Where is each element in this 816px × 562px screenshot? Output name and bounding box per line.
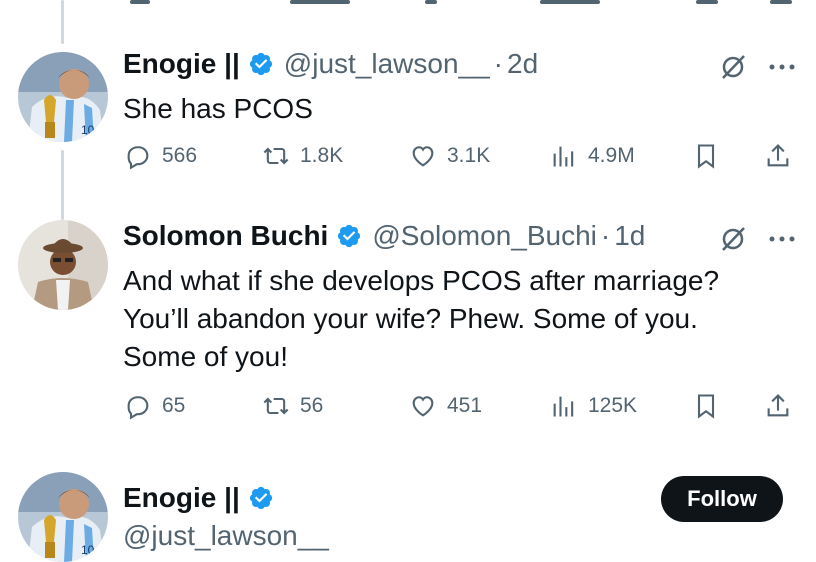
views-icon [553, 146, 574, 167]
separator-dot: · [493, 48, 503, 79]
grok-icon[interactable] [718, 52, 748, 82]
like-button[interactable]: 451 [409, 392, 482, 420]
tweet-text-line: And what if she develops PCOS after marr… [123, 265, 720, 296]
views-count: 4.9M [588, 144, 635, 167]
tweet-actions: 65 56 451 125K [120, 392, 800, 426]
avatar[interactable]: 10 [18, 52, 108, 142]
verified-badge-icon [249, 52, 272, 76]
timestamp[interactable]: 1d [614, 220, 645, 252]
repost-icon [263, 147, 289, 165]
profile-header: Enogie || [123, 482, 274, 514]
tweet-header: Solomon Buchi @Solomon_Buchi · 1d [123, 220, 645, 252]
tweet-text-line: You’ll abandon your wife? Phew. Some of … [123, 303, 698, 334]
timestamp[interactable]: 2d [507, 48, 538, 80]
reply-button[interactable]: 65 [124, 392, 185, 420]
repost-button[interactable]: 1.8K [262, 142, 343, 170]
views-icon [553, 396, 574, 417]
more-icon[interactable] [767, 62, 797, 72]
views-count: 125K [588, 394, 638, 417]
repost-button[interactable]: 56 [262, 392, 323, 420]
tweet-2[interactable]: Solomon Buchi @Solomon_Buchi · 1d And wh… [0, 220, 816, 460]
like-icon [412, 396, 434, 417]
share-icon [767, 394, 789, 417]
grok-icon[interactable] [718, 224, 748, 254]
handle[interactable]: @just_lawson__ [284, 48, 490, 80]
verified-badge-icon [249, 486, 272, 510]
tweet-text-line: She has PCOS [123, 93, 313, 124]
reply-icon [127, 396, 149, 420]
views-button[interactable]: 4.9M [550, 142, 635, 170]
repost-count: 56 [300, 394, 324, 417]
views-button[interactable]: 125K [550, 392, 637, 420]
like-icon [412, 146, 434, 167]
profile-display-name[interactable]: Enogie || [123, 482, 240, 514]
svg-text:10: 10 [81, 123, 95, 137]
verified-badge-icon [338, 224, 361, 248]
tweet-header: Enogie || @just_lawson__ · 2d [123, 48, 538, 80]
share-button[interactable] [764, 392, 802, 420]
reply-icon [127, 146, 149, 170]
tweet-text: She has PCOS [123, 90, 783, 128]
display-name[interactable]: Enogie || [123, 48, 240, 80]
like-count: 3.1K [447, 144, 491, 167]
display-name[interactable]: Solomon Buchi [123, 220, 328, 252]
like-button[interactable]: 3.1K [409, 142, 490, 170]
bookmark-button[interactable] [692, 142, 730, 170]
tweet-text-line: Some of you! [123, 341, 288, 372]
more-icon[interactable] [767, 234, 797, 244]
bookmark-icon [697, 144, 715, 169]
tweet-text: And what if she develops PCOS after marr… [123, 262, 783, 376]
reply-button[interactable]: 566 [124, 142, 197, 170]
handle[interactable]: @Solomon_Buchi [372, 220, 597, 252]
reply-count: 566 [162, 144, 198, 167]
svg-text:10: 10 [81, 543, 95, 557]
profile-avatar[interactable]: 10 [18, 472, 108, 562]
reply-count: 65 [162, 394, 186, 417]
avatar[interactable] [18, 220, 108, 310]
tweet-actions: 566 1.8K 3.1K 4.9M [120, 142, 800, 176]
tweet-1[interactable]: 10 Enogie || @just_lawson__ · 2d She has… [0, 0, 816, 220]
follow-button[interactable]: Follow [661, 476, 783, 522]
share-button[interactable] [764, 142, 802, 170]
share-icon [767, 144, 789, 167]
thread-line-1 [61, 150, 64, 220]
profile-handle[interactable]: @just_lawson__ [123, 520, 329, 552]
like-count: 451 [447, 394, 483, 417]
repost-icon [263, 397, 289, 415]
bookmark-icon [697, 394, 715, 419]
repost-count: 1.8K [300, 144, 344, 167]
separator-dot: · [600, 220, 611, 251]
bookmark-button[interactable] [692, 392, 730, 420]
